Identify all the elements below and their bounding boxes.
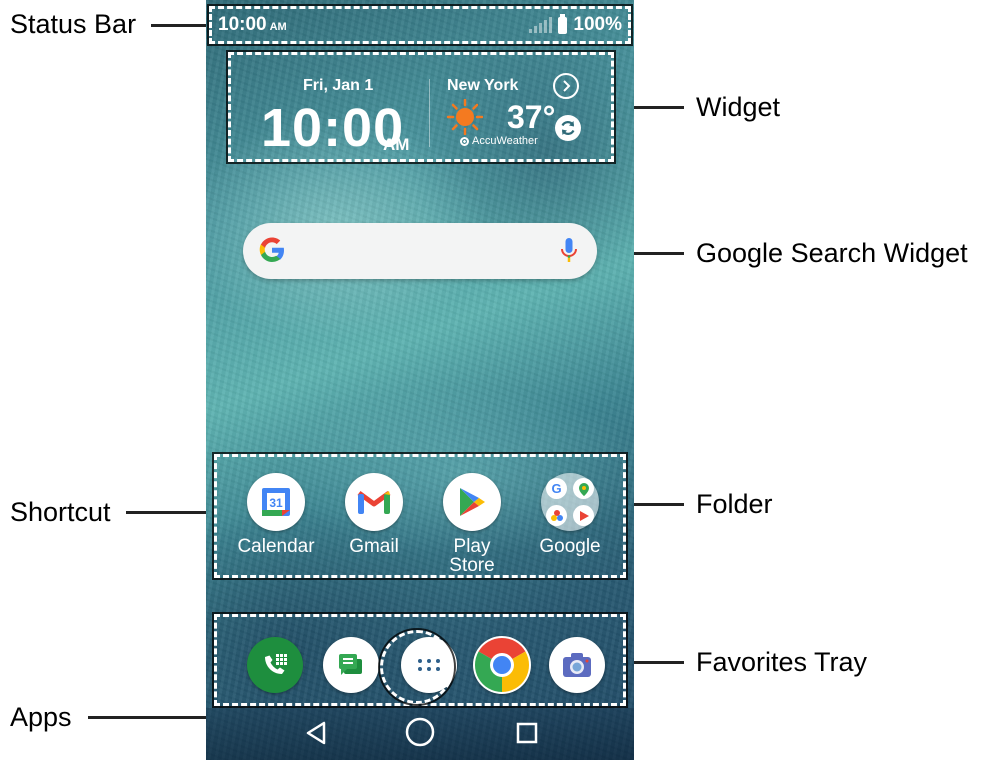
folder-callout: Folder <box>696 489 773 519</box>
apps-button-outline <box>378 628 456 706</box>
shortcut-label: Play Store <box>449 536 495 576</box>
shortcut-label: Calendar <box>237 536 315 557</box>
shortcut-calendar[interactable]: 31 Calendar <box>235 473 317 556</box>
refresh-icon[interactable] <box>555 115 581 141</box>
shortcut-google-folder[interactable]: G Google <box>529 473 611 556</box>
status-time-group: 10:00 AM <box>218 14 287 36</box>
shortcut-callout: Shortcut <box>10 497 111 527</box>
accuweather-credit: AccuWeather <box>460 135 538 147</box>
status-time: 10:00 <box>218 14 267 35</box>
battery-level: 100% <box>573 14 622 35</box>
folder-icon: G <box>541 473 599 531</box>
chevron-right-icon[interactable] <box>553 73 579 99</box>
microphone-icon[interactable] <box>559 236 579 266</box>
play-movies-mini-icon <box>573 505 594 526</box>
home-icon[interactable] <box>404 716 436 748</box>
status-bar: 10:00 AM 100% <box>210 6 630 44</box>
widget-date: Fri, Jan 1 <box>303 77 374 94</box>
shortcut-play-store[interactable]: Play Store <box>431 473 513 575</box>
signal-icon <box>529 17 553 33</box>
calendar-day: 31 <box>269 496 283 510</box>
accuweather-icon <box>460 136 469 146</box>
google-g-icon <box>259 237 284 262</box>
back-icon[interactable] <box>304 720 328 746</box>
status-ampm: AM <box>269 21 287 33</box>
status-bar-callout: Status Bar <box>10 9 137 39</box>
google-search-bar[interactable] <box>243 223 597 279</box>
status-bar-leader <box>151 24 211 27</box>
status-indicators: 100% <box>529 13 622 36</box>
widget-divider <box>429 79 430 147</box>
calendar-icon: 31 <box>247 473 305 531</box>
recents-icon[interactable] <box>516 722 538 744</box>
shortcut-label: Gmail <box>349 536 399 557</box>
favorites-tray-callout: Favorites Tray <box>696 647 868 677</box>
maps-mini-icon <box>573 478 594 499</box>
shortcut-leader <box>126 511 216 514</box>
favorites-tray-leader <box>628 661 684 664</box>
widget-city: New York <box>447 77 519 94</box>
google-search-widget-callout: Google Search Widget <box>696 238 968 268</box>
shortcut-row: 31 Calendar Gmail Play Store G Google <box>212 452 628 580</box>
google-mini-icon: G <box>546 478 567 499</box>
navigation-bar <box>206 708 634 760</box>
chrome-icon[interactable] <box>473 636 531 694</box>
accuweather-label: AccuWeather <box>472 135 538 147</box>
messages-icon[interactable] <box>323 637 379 693</box>
photos-mini-icon <box>546 505 567 526</box>
home-screen: 10:00 AM 100% Fri, Jan 1 10:00 AM New Yor… <box>206 0 634 760</box>
shortcut-label: Google <box>539 536 601 557</box>
gmail-icon <box>345 473 403 531</box>
apps-callout: Apps <box>10 702 72 732</box>
play-store-icon <box>443 473 501 531</box>
battery-icon <box>558 13 568 34</box>
camera-icon[interactable] <box>549 637 605 693</box>
widget-temperature: 37° <box>507 99 556 135</box>
clock-weather-widget[interactable]: Fri, Jan 1 10:00 AM New York 37° AccuWea… <box>226 50 616 164</box>
widget-clock-ampm: AM <box>383 135 410 154</box>
phone-icon[interactable] <box>247 637 303 693</box>
sun-icon <box>447 99 483 135</box>
shortcut-gmail[interactable]: Gmail <box>333 473 415 556</box>
widget-callout: Widget <box>696 92 781 122</box>
